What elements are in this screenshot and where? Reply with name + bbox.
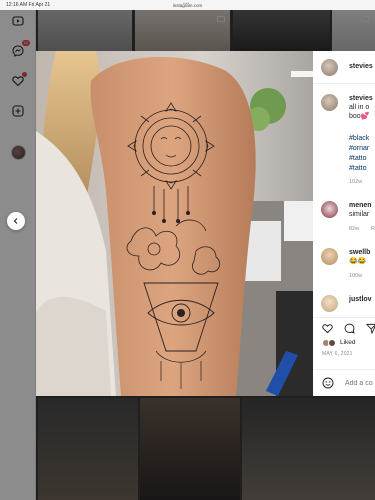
caption-line-1: all in o [349, 104, 370, 111]
hashtag-link[interactable]: #black [349, 135, 369, 144]
chevron-left-icon [13, 218, 18, 224]
status-bar: 12:16 AM Fri Apr 21 ••• instagram.com [0, 0, 375, 10]
comment-text: similar [349, 211, 370, 218]
comment-text: 😂😂 [349, 258, 367, 265]
previous-post-button[interactable] [7, 212, 25, 230]
hashtag-link[interactable]: #tatto [349, 165, 367, 174]
caption-username[interactable]: stevies [349, 95, 373, 102]
comment-bar [313, 369, 375, 396]
commenter-avatar[interactable] [321, 248, 338, 265]
tattoo-photo [36, 51, 313, 396]
post-date[interactable]: MAY 6, 2021 [322, 351, 353, 357]
post-detail-panel: stevies stevies all in o boo💕 #black #or… [313, 51, 375, 396]
post-header: stevies [313, 51, 375, 84]
caption-avatar[interactable] [321, 94, 338, 111]
author-username[interactable]: stevies [349, 63, 373, 70]
commenter-avatar[interactable] [321, 295, 338, 312]
commenter-avatar[interactable] [321, 201, 338, 218]
hashtag-link[interactable]: #ornar [349, 145, 369, 154]
comment-age: 100w [349, 273, 363, 279]
author-avatar[interactable] [321, 59, 338, 76]
comment-username[interactable]: menen [349, 202, 372, 209]
emoji-icon[interactable] [322, 377, 334, 389]
caption-line-2: boo💕 [349, 113, 370, 120]
comment-username[interactable]: justlov [349, 296, 372, 303]
address-url[interactable]: instagram.com [0, 3, 375, 8]
comment-icon[interactable] [344, 323, 355, 334]
caption-age: 102w [349, 179, 363, 185]
comment-username[interactable]: swellb [349, 249, 370, 256]
liked-label: Liked [340, 339, 356, 346]
like-heart-icon[interactable] [322, 323, 333, 334]
hashtag-link[interactable]: #tatto [349, 155, 367, 164]
post-actions [313, 317, 375, 337]
comment-age: 82w [349, 226, 360, 232]
share-icon[interactable] [366, 323, 375, 334]
liker-avatar [328, 339, 336, 347]
reply-link[interactable]: R [371, 226, 375, 232]
post-photo[interactable] [36, 51, 313, 396]
add-comment-input[interactable] [345, 377, 375, 389]
